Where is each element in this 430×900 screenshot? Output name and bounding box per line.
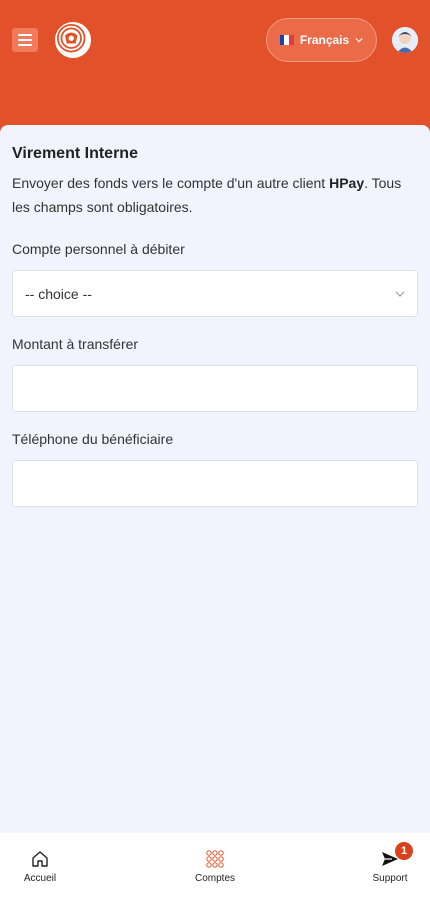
page-title: Virement Interne xyxy=(12,145,138,162)
form-description: Envoyer des fonds vers le compte d'un au… xyxy=(12,171,412,219)
language-label: Français xyxy=(299,33,350,47)
amount-field-wrapper xyxy=(12,365,418,412)
description-text: Envoyer des fonds vers le compte d'un au… xyxy=(12,175,330,191)
grid-icon xyxy=(206,850,224,868)
language-selector[interactable]: Français xyxy=(266,18,377,62)
nav-item-support[interactable]: 1 Support xyxy=(350,842,430,884)
logo[interactable] xyxy=(55,22,91,58)
phone-field[interactable] xyxy=(13,461,417,506)
chevron-down-icon xyxy=(355,38,363,43)
avatar[interactable] xyxy=(392,27,418,53)
account-label: Compte personnel à débiter xyxy=(12,241,185,257)
amount-label: Montant à transférer xyxy=(12,336,139,352)
nav-label: Comptes xyxy=(194,873,235,884)
menu-icon[interactable] xyxy=(12,28,38,52)
brand-name: HPay xyxy=(329,175,365,191)
app-header: Français xyxy=(0,0,430,140)
chevron-down-icon xyxy=(395,291,405,297)
amount-field[interactable] xyxy=(13,366,417,411)
nav-item-accueil[interactable]: Accueil xyxy=(0,849,80,884)
phone-field-wrapper xyxy=(12,460,418,507)
bottom-nav: Accueil Comptes 1 Support xyxy=(0,833,430,900)
notification-badge: 1 xyxy=(395,842,413,860)
nav-item-comptes[interactable]: Comptes xyxy=(175,849,255,884)
french-flag-icon xyxy=(279,35,294,45)
account-select[interactable]: -- choice -- xyxy=(12,270,418,317)
phone-label: Téléphone du bénéficiaire xyxy=(12,431,174,447)
nav-label: Accueil xyxy=(23,873,57,884)
account-select-value: -- choice -- xyxy=(25,286,92,302)
nav-label: Support xyxy=(372,873,408,884)
home-icon xyxy=(32,851,48,867)
